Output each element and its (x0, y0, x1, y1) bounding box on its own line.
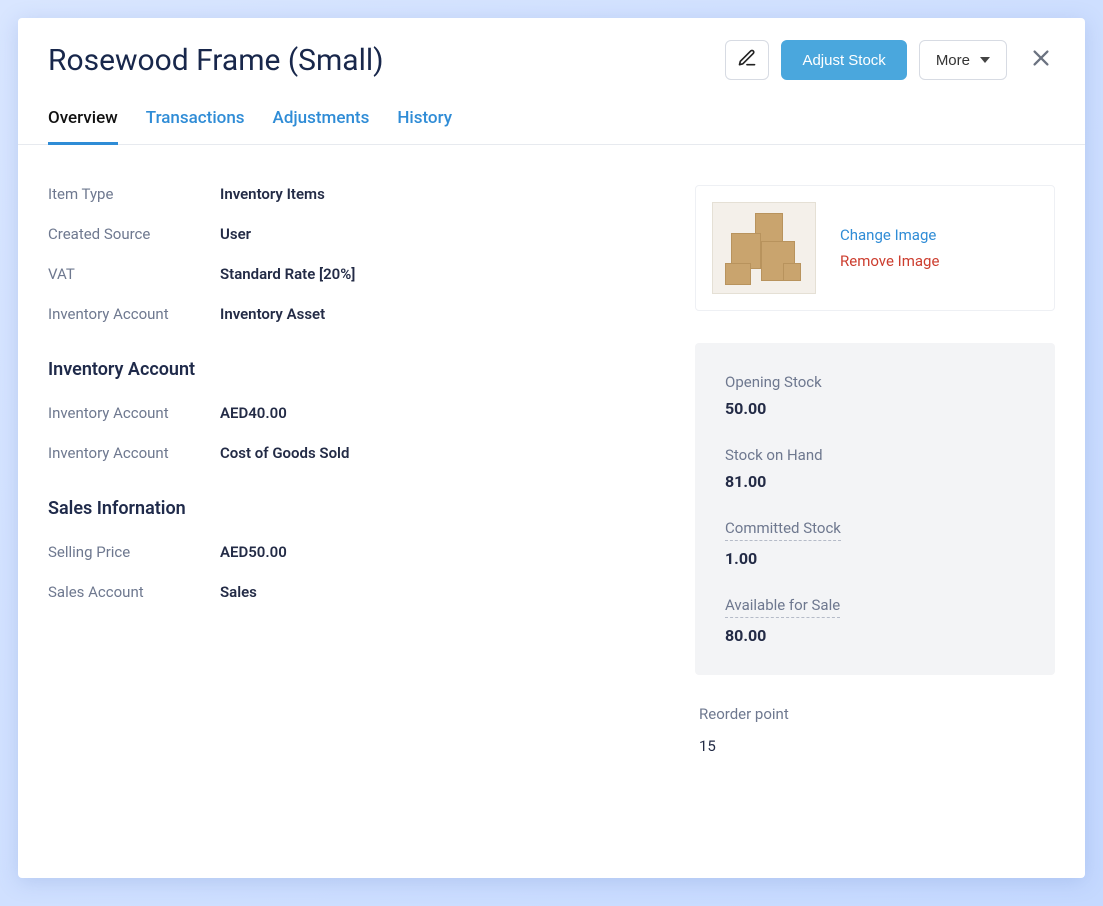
header-actions: Adjust Stock More (725, 40, 1055, 80)
vat-label: VAT (48, 265, 220, 283)
opening-stock-value: 50.00 (725, 399, 1025, 418)
row-item-type: Item Type Inventory Items (48, 185, 655, 203)
selling-price-value: AED50.00 (220, 543, 287, 561)
created-source-label: Created Source (48, 225, 220, 243)
available-stock-row: Available for Sale 80.00 (725, 596, 1025, 645)
created-source-value: User (220, 225, 251, 243)
adjust-stock-label: Adjust Stock (802, 52, 885, 69)
opening-stock-label: Opening Stock (725, 373, 822, 391)
content-area: Item Type Inventory Items Created Source… (18, 145, 1085, 805)
inventory-price-label: Inventory Account (48, 404, 220, 422)
available-stock-value: 80.00 (725, 626, 1025, 645)
row-inventory-account: Inventory Account Inventory Asset (48, 305, 655, 323)
row-sales-account: Sales Account Sales (48, 583, 655, 601)
more-button[interactable]: More (919, 40, 1007, 80)
tab-bar: Overview Transactions Adjustments Histor… (18, 90, 1085, 145)
row-selling-price: Selling Price AED50.00 (48, 543, 655, 561)
tab-transactions[interactable]: Transactions (146, 108, 245, 145)
tab-adjustments[interactable]: Adjustments (273, 108, 370, 145)
header-bar: Rosewood Frame (Small) Adjust Stock More (18, 18, 1085, 90)
item-image-thumbnail (712, 202, 816, 294)
close-button[interactable] (1027, 46, 1055, 74)
row-vat: VAT Standard Rate [20%] (48, 265, 655, 283)
right-column: Change Image Remove Image Opening Stock … (695, 185, 1055, 755)
vat-value: Standard Rate [20%] (220, 265, 355, 283)
item-type-value: Inventory Items (220, 185, 325, 203)
reorder-block: Reorder point 15 (695, 705, 1055, 755)
item-type-label: Item Type (48, 185, 220, 203)
inventory-account-value: Inventory Asset (220, 305, 325, 323)
change-image-link[interactable]: Change Image (840, 226, 939, 244)
pencil-icon (737, 48, 757, 72)
committed-stock-label: Committed Stock (725, 519, 841, 541)
stock-on-hand-label: Stock on Hand (725, 446, 823, 464)
opening-stock-row: Opening Stock 50.00 (725, 373, 1025, 418)
committed-stock-row: Committed Stock 1.00 (725, 519, 1025, 568)
inventory-account-label: Inventory Account (48, 305, 220, 323)
available-stock-label: Available for Sale (725, 596, 840, 618)
item-detail-panel: Rosewood Frame (Small) Adjust Stock More (18, 18, 1085, 878)
reorder-point-label: Reorder point (699, 705, 1051, 723)
image-card: Change Image Remove Image (695, 185, 1055, 311)
row-inventory-price: Inventory Account AED40.00 (48, 404, 655, 422)
tab-history[interactable]: History (397, 108, 452, 145)
selling-price-label: Selling Price (48, 543, 220, 561)
left-column: Item Type Inventory Items Created Source… (48, 185, 655, 755)
edit-button[interactable] (725, 40, 769, 80)
inventory-cogs-value: Cost of Goods Sold (220, 444, 349, 462)
committed-stock-value: 1.00 (725, 549, 1025, 568)
more-label: More (936, 52, 970, 69)
reorder-point-value: 15 (699, 737, 1051, 755)
sales-account-value: Sales (220, 583, 257, 601)
sales-section-title: Sales Infornation (48, 498, 655, 519)
inventory-price-value: AED40.00 (220, 404, 287, 422)
inventory-section-title: Inventory Account (48, 359, 655, 380)
sales-account-label: Sales Account (48, 583, 220, 601)
close-icon (1030, 47, 1052, 73)
chevron-down-icon (980, 57, 990, 63)
page-title: Rosewood Frame (Small) (48, 43, 725, 78)
row-created-source: Created Source User (48, 225, 655, 243)
image-actions: Change Image Remove Image (840, 218, 939, 278)
stock-on-hand-row: Stock on Hand 81.00 (725, 446, 1025, 491)
stock-card: Opening Stock 50.00 Stock on Hand 81.00 … (695, 343, 1055, 675)
adjust-stock-button[interactable]: Adjust Stock (781, 40, 906, 80)
tab-overview[interactable]: Overview (48, 108, 118, 145)
stock-on-hand-value: 81.00 (725, 472, 1025, 491)
row-inventory-cogs: Inventory Account Cost of Goods Sold (48, 444, 655, 462)
inventory-cogs-label: Inventory Account (48, 444, 220, 462)
remove-image-link[interactable]: Remove Image (840, 252, 939, 270)
